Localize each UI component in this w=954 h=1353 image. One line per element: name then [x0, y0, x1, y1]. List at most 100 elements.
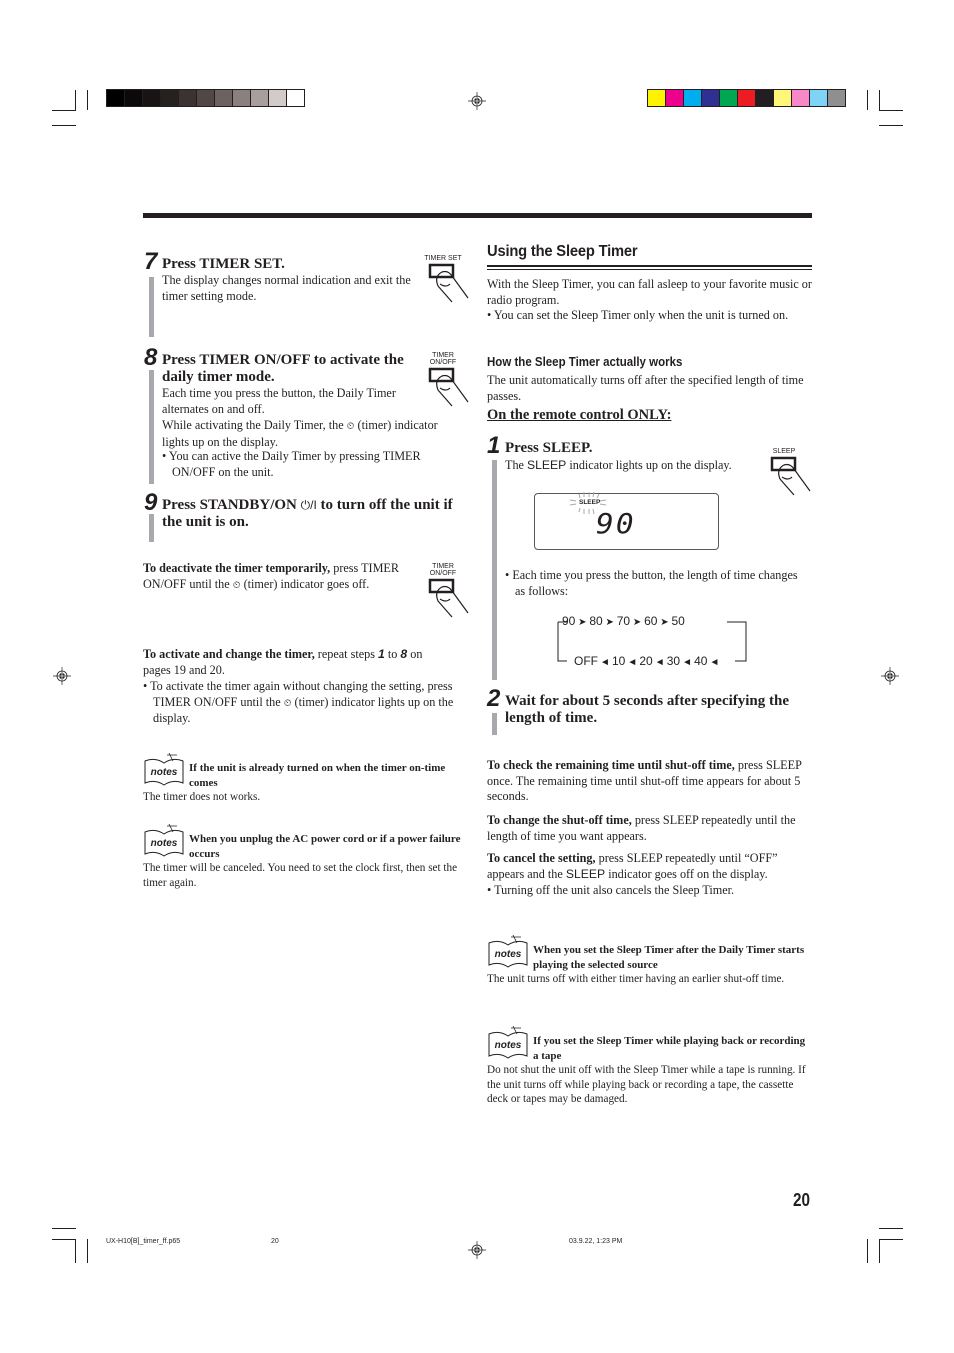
color-swatch [666, 90, 684, 106]
color-swatch [269, 90, 287, 106]
color-swatch [197, 90, 215, 106]
sequence-arrow-icon: ◄ [654, 657, 665, 668]
sequence-value: OFF [574, 654, 598, 668]
crop-mark [879, 90, 880, 110]
sequence-value: 30 [666, 654, 681, 668]
color-swatch [161, 90, 179, 106]
press-button-icon [428, 578, 469, 618]
activate-text: To activate and change the timer, repeat… [143, 647, 423, 677]
registration-target-icon [468, 1241, 486, 1259]
note-title: When you set the Sleep Timer after the D… [533, 944, 805, 971]
gray-calibration-bar [106, 89, 305, 107]
color-swatch [756, 90, 774, 106]
crop-mark [867, 1239, 868, 1263]
top-rule [143, 213, 812, 218]
step-body: The display changes normal indication an… [162, 273, 411, 303]
crop-mark [879, 1239, 880, 1263]
color-swatch [810, 90, 828, 106]
crop-mark [879, 1239, 903, 1240]
svg-text:notes: notes [151, 838, 178, 849]
step-number: 2 [487, 685, 501, 712]
sequence-arrow-icon: ◄ [627, 657, 638, 668]
step-number: 7 [144, 248, 158, 275]
sequence-value: 10 [612, 654, 626, 668]
note-title: If the unit is already turned on when th… [189, 762, 446, 789]
note-body: The timer does not works. [143, 791, 261, 803]
svg-text:notes: notes [151, 767, 178, 778]
timer-icon: ⏲ [346, 421, 355, 432]
notes-icon: notes [144, 753, 184, 786]
crop-mark [52, 110, 76, 111]
color-swatch [792, 90, 810, 106]
registration-target-icon [468, 92, 486, 110]
color-swatch [648, 90, 666, 106]
bullet-item: • Turning off the unit also cancels the … [487, 883, 735, 897]
sequence-value: 70 [616, 614, 631, 628]
color-swatch [287, 90, 304, 106]
button-label: TIMER SET [424, 255, 462, 262]
subsection-title: How the Sleep Timer actually works [487, 355, 683, 369]
note-title: If you set the Sleep Timer while playing… [533, 1035, 806, 1062]
footer-page: 20 [271, 1238, 279, 1245]
note-body: Do not shut the unit off with the Sleep … [487, 1064, 806, 1105]
sleep-indicator-text: SLEEP [565, 866, 606, 881]
step-title: Press STANDBY/ON ⏻/I to turn off the uni… [162, 497, 453, 530]
color-swatch [143, 90, 161, 106]
color-swatch [828, 90, 845, 106]
crop-mark [75, 1239, 76, 1263]
section-rule [487, 269, 812, 270]
page-number: 20 [793, 1190, 811, 1210]
crop-mark [879, 110, 903, 111]
sequence-value: 60 [644, 614, 658, 628]
step-number: 9 [144, 489, 158, 516]
crop-mark [52, 1239, 76, 1240]
step-number: 8 [144, 344, 158, 371]
lcd-display: SLEEP 90 [534, 491, 719, 550]
step-bar [492, 713, 497, 735]
press-button-icon [428, 263, 469, 303]
color-swatch [233, 90, 251, 106]
sequence-arrow-icon: ◄ [682, 657, 693, 668]
sequence-value: 90 [562, 614, 576, 628]
color-swatch [107, 90, 125, 106]
step-title-line1: Press TIMER ON/OFF to activate the [162, 352, 404, 368]
remote-only-heading: On the remote control ONLY: [487, 407, 672, 423]
color-swatch [774, 90, 792, 106]
svg-text:notes: notes [495, 1040, 522, 1051]
timer-icon: ⏲ [283, 697, 292, 709]
section-title: Using the Sleep Timer [487, 243, 638, 260]
press-button-icon [770, 456, 811, 496]
color-swatch [125, 90, 143, 106]
crop-mark [879, 125, 903, 126]
color-swatch [684, 90, 702, 106]
step-body: The SLEEP indicator lights up on the dis… [505, 458, 732, 472]
intro-text: With the Sleep Timer, you can fall aslee… [487, 277, 812, 307]
button-label: TIMER ON/OFF [429, 352, 457, 366]
lcd-sleep-indicator: SLEEP [579, 499, 601, 506]
step-title: Wait for about 5 seconds after specifyin… [505, 693, 790, 726]
color-swatch [215, 90, 233, 106]
cancel-text: To cancel the setting, press SLEEP repea… [487, 851, 778, 881]
bullet-item: • You can active the Daily Timer by pres… [162, 449, 421, 479]
check-text: To check the remaining time until shut-o… [487, 758, 802, 804]
sequence-arrow-icon: ➤ [578, 617, 587, 628]
sequence-value: 80 [589, 614, 603, 628]
press-button-icon [428, 367, 469, 407]
sequence-arrow-icon: ➤ [660, 617, 669, 628]
step-body: While activating the Daily Timer, the ⏲ … [162, 418, 438, 449]
standby-icon: ⏻/I [300, 498, 317, 512]
color-calibration-bar [647, 89, 846, 107]
button-label: SLEEP [772, 448, 796, 455]
crop-mark [879, 1228, 903, 1229]
lcd-value: 90 [596, 507, 636, 540]
sequence-arrow-icon: ◄ [600, 657, 610, 668]
color-swatch [738, 90, 756, 106]
registration-target-icon [53, 667, 71, 685]
notes-icon: notes [488, 935, 528, 968]
color-swatch [251, 90, 269, 106]
step-body: Each time you press the button, the Dail… [162, 386, 396, 416]
step-bar [492, 460, 497, 680]
button-label: TIMER ON/OFF [429, 563, 457, 577]
step-title: Press SLEEP. [505, 440, 593, 456]
svg-text:notes: notes [495, 949, 522, 960]
